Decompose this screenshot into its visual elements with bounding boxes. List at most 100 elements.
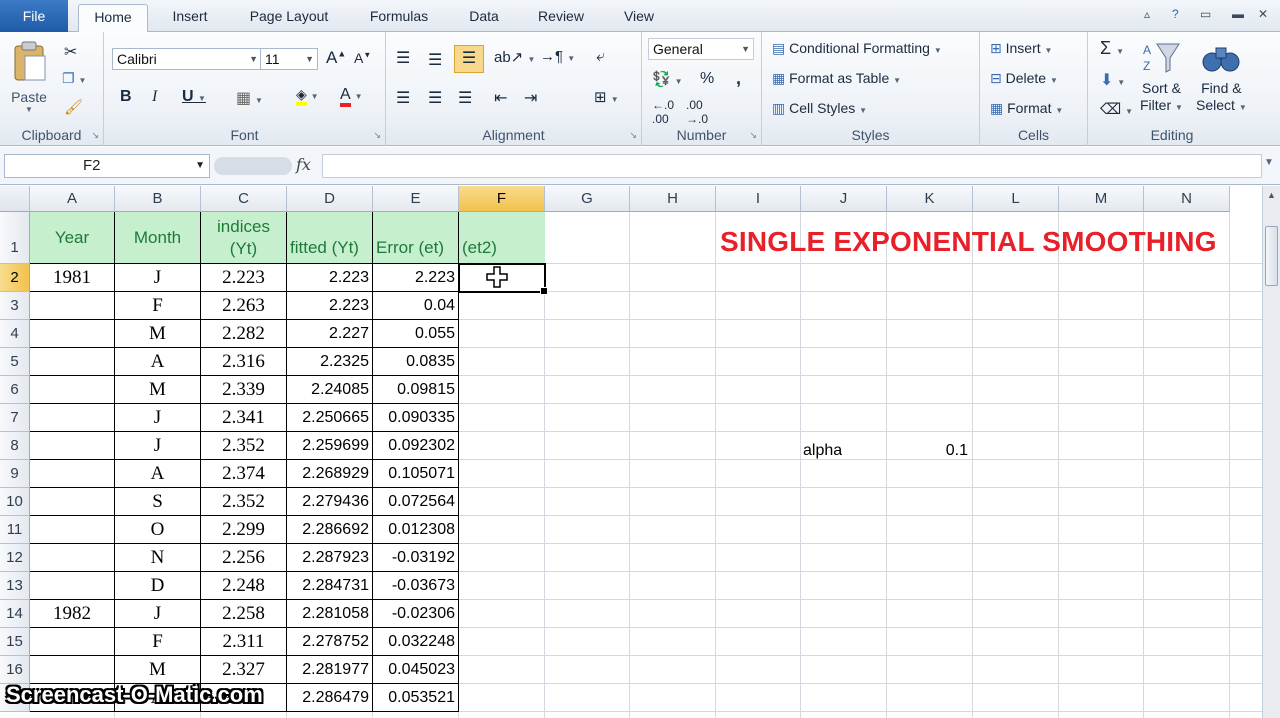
column-header-L[interactable]: L: [973, 186, 1059, 212]
row-header-8[interactable]: 8: [0, 432, 30, 460]
fitted-cell[interactable]: 2.286479: [287, 684, 373, 712]
fill-button[interactable]: ⬇ ▼: [1100, 70, 1125, 90]
indices-cell[interactable]: 2.223: [201, 264, 287, 292]
row-header-15[interactable]: 15: [0, 628, 30, 656]
error-cell[interactable]: -0.03192: [373, 544, 459, 572]
month-cell[interactable]: J: [115, 432, 201, 460]
fitted-cell[interactable]: 2.259699: [287, 432, 373, 460]
error-cell[interactable]: 0.053521: [373, 684, 459, 712]
indices-cell[interactable]: 2.258: [201, 600, 287, 628]
decrease-indent-button[interactable]: ⇤: [494, 88, 507, 108]
error-cell[interactable]: 0.090335: [373, 404, 459, 432]
tab-page-layout[interactable]: Page Layout: [240, 4, 338, 32]
month-cell[interactable]: M: [115, 656, 201, 684]
column-header-H[interactable]: H: [630, 186, 716, 212]
percent-style-button[interactable]: %: [700, 70, 714, 88]
fitted-cell[interactable]: 2.281977: [287, 656, 373, 684]
decrease-decimal-button[interactable]: .00 →.0: [686, 98, 708, 126]
number-launcher-icon[interactable]: ↘: [749, 130, 757, 141]
sort-filter-button[interactable]: AZ Sort & Filter ▼: [1140, 40, 1183, 116]
row-header-10[interactable]: 10: [0, 488, 30, 516]
format-painter-button[interactable]: 🖌: [64, 98, 83, 116]
orientation-button[interactable]: ab↗ ▼: [494, 48, 535, 66]
tab-formulas[interactable]: Formulas: [360, 4, 438, 32]
align-bottom-button[interactable]: ☰: [454, 45, 484, 73]
fitted-cell[interactable]: 2.281058: [287, 600, 373, 628]
year-cell[interactable]: [30, 572, 115, 600]
restore-window-icon[interactable]: ▭: [1200, 7, 1211, 21]
error-cell[interactable]: -0.03673: [373, 572, 459, 600]
tab-home[interactable]: Home: [78, 4, 148, 33]
fitted-cell[interactable]: 2.279436: [287, 488, 373, 516]
tab-view[interactable]: View: [612, 4, 666, 32]
indices-cell[interactable]: 2.327: [201, 656, 287, 684]
fitted-cell[interactable]: 2.227: [287, 320, 373, 348]
tab-review[interactable]: Review: [528, 4, 594, 32]
conditional-formatting-button[interactable]: ▤ Conditional Formatting ▼: [772, 40, 942, 57]
font-color-button[interactable]: A ▼: [340, 86, 362, 107]
error-cell[interactable]: 0.04: [373, 292, 459, 320]
year-cell[interactable]: [30, 376, 115, 404]
tab-insert[interactable]: Insert: [160, 4, 220, 32]
formula-input[interactable]: [322, 154, 1262, 178]
error-cell[interactable]: 0.055: [373, 320, 459, 348]
align-right-button[interactable]: ☰: [458, 88, 472, 108]
indices-cell[interactable]: 2.299: [201, 516, 287, 544]
fitted-cell[interactable]: 2.250665: [287, 404, 373, 432]
cut-button[interactable]: ✂: [64, 42, 77, 62]
increase-decimal-button[interactable]: ←.0.00: [652, 98, 674, 126]
shrink-font-button[interactable]: A▼: [354, 50, 371, 66]
row-header-4[interactable]: 4: [0, 320, 30, 348]
column-header-D[interactable]: D: [287, 186, 373, 212]
wrap-text-button[interactable]: ⤶: [596, 48, 605, 66]
month-cell[interactable]: F: [115, 292, 201, 320]
month-cell[interactable]: M: [115, 376, 201, 404]
error-cell[interactable]: 0.0835: [373, 348, 459, 376]
column-header-A[interactable]: A: [30, 186, 115, 212]
cell-styles-button[interactable]: ▥ Cell Styles ▼: [772, 100, 867, 117]
year-cell[interactable]: [30, 460, 115, 488]
close-window-icon[interactable]: ✕: [1258, 7, 1268, 21]
year-cell[interactable]: [30, 656, 115, 684]
error-cell[interactable]: 0.032248: [373, 628, 459, 656]
row-header-3[interactable]: 3: [0, 292, 30, 320]
row-header-12[interactable]: 12: [0, 544, 30, 572]
font-name-combo[interactable]: Calibri ▼: [112, 48, 262, 70]
format-as-table-button[interactable]: ▦ Format as Table ▼: [772, 70, 901, 87]
align-left-button[interactable]: ☰: [396, 88, 410, 108]
align-middle-button[interactable]: ☰: [428, 50, 442, 70]
file-tab[interactable]: File: [0, 0, 68, 32]
increase-indent-button[interactable]: ⇥: [524, 88, 537, 108]
column-header-C[interactable]: C: [201, 186, 287, 212]
row-header-9[interactable]: 9: [0, 460, 30, 488]
clear-button[interactable]: ⌫ ▼: [1100, 100, 1133, 118]
indices-cell[interactable]: 2.311: [201, 628, 287, 656]
minimize-window-icon[interactable]: ▬: [1232, 7, 1244, 21]
year-cell[interactable]: [30, 544, 115, 572]
month-cell[interactable]: D: [115, 572, 201, 600]
indices-cell[interactable]: 2.256: [201, 544, 287, 572]
indices-cell[interactable]: 2.341: [201, 404, 287, 432]
month-cell[interactable]: A: [115, 348, 201, 376]
month-cell[interactable]: J: [115, 264, 201, 292]
month-cell[interactable]: F: [115, 628, 201, 656]
borders-button[interactable]: ▦ ▼: [236, 88, 263, 108]
autosum-button[interactable]: Σ ▼: [1100, 38, 1124, 59]
number-format-combo[interactable]: General ▼: [648, 38, 754, 60]
year-cell[interactable]: [30, 488, 115, 516]
comma-style-button[interactable]: ,: [736, 68, 741, 89]
alpha-label-cell[interactable]: alpha: [803, 437, 842, 465]
year-cell[interactable]: [30, 292, 115, 320]
fitted-cell[interactable]: 2.286692: [287, 516, 373, 544]
font-launcher-icon[interactable]: ↘: [373, 130, 381, 141]
month-cell[interactable]: O: [115, 516, 201, 544]
fitted-cell[interactable]: 2.24085: [287, 376, 373, 404]
row-header-7[interactable]: 7: [0, 404, 30, 432]
clipboard-launcher-icon[interactable]: ↘: [91, 130, 99, 141]
help-icon[interactable]: ?: [1172, 7, 1179, 21]
expand-formula-bar-icon[interactable]: ▼: [1264, 157, 1274, 168]
column-header-F[interactable]: F: [459, 186, 545, 212]
year-cell[interactable]: [30, 348, 115, 376]
row-header-6[interactable]: 6: [0, 376, 30, 404]
fitted-cell[interactable]: 2.2325: [287, 348, 373, 376]
